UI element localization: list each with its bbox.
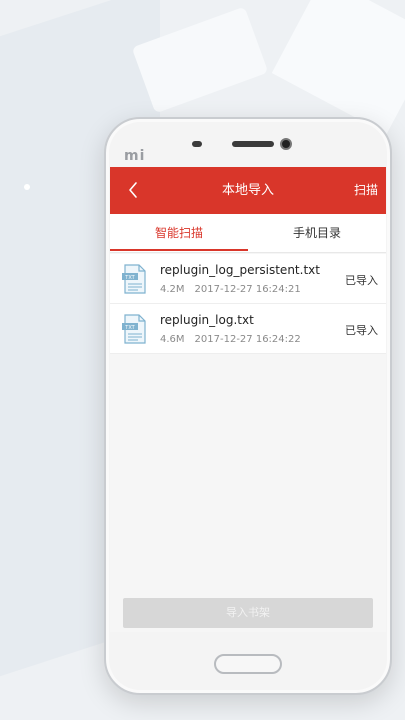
file-name: replugin_log_persistent.txt — [160, 263, 320, 277]
phone-sensor — [192, 141, 202, 147]
svg-text:TXT: TXT — [124, 325, 135, 331]
scan-button[interactable]: 扫描 — [354, 167, 378, 214]
file-date: 2017-12-27 16:24:21 — [194, 284, 301, 295]
file-size: 4.2M — [160, 284, 185, 295]
phone-camera — [280, 138, 292, 150]
app-screen: 本地导入 扫描 智能扫描 手机目录 TXT replugin_log_persi… — [110, 167, 386, 632]
tab-bar: 智能扫描 手机目录 — [110, 214, 386, 253]
app-header: 本地导入 扫描 — [110, 167, 386, 214]
import-to-shelf-button[interactable]: 导入书架 — [123, 598, 373, 628]
phone-brand-logo: mi — [124, 148, 146, 164]
svg-text:TXT: TXT — [124, 275, 135, 281]
background-shape — [271, 0, 405, 135]
list-item[interactable]: TXT replugin_log.txt 4.6M 2017-12-27 16:2… — [110, 304, 386, 354]
file-size: 4.6M — [160, 334, 185, 345]
file-list: TXT replugin_log_persistent.txt 4.2M 2017… — [110, 254, 386, 354]
file-date: 2017-12-27 16:24:22 — [194, 334, 301, 345]
tab-phone-directory[interactable]: 手机目录 — [248, 214, 386, 253]
phone-frame: mi 本地导入 扫描 智能扫描 手机目录 TXT replugin_log_pe… — [104, 117, 392, 695]
file-meta: 4.2M 2017-12-27 16:24:21 — [160, 284, 301, 295]
import-status: 已导入 — [345, 274, 378, 287]
list-item[interactable]: TXT replugin_log_persistent.txt 4.2M 2017… — [110, 254, 386, 304]
txt-file-icon: TXT — [122, 264, 146, 294]
tab-smart-scan[interactable]: 智能扫描 — [110, 214, 248, 253]
txt-file-icon: TXT — [122, 314, 146, 344]
page-title: 本地导入 — [221, 183, 274, 198]
file-name: replugin_log.txt — [160, 313, 254, 327]
background-dot — [24, 184, 30, 190]
import-status: 已导入 — [345, 324, 378, 337]
phone-speaker — [232, 141, 274, 147]
home-button[interactable] — [214, 654, 282, 674]
file-meta: 4.6M 2017-12-27 16:24:22 — [160, 334, 301, 345]
active-tab-indicator — [110, 249, 248, 251]
